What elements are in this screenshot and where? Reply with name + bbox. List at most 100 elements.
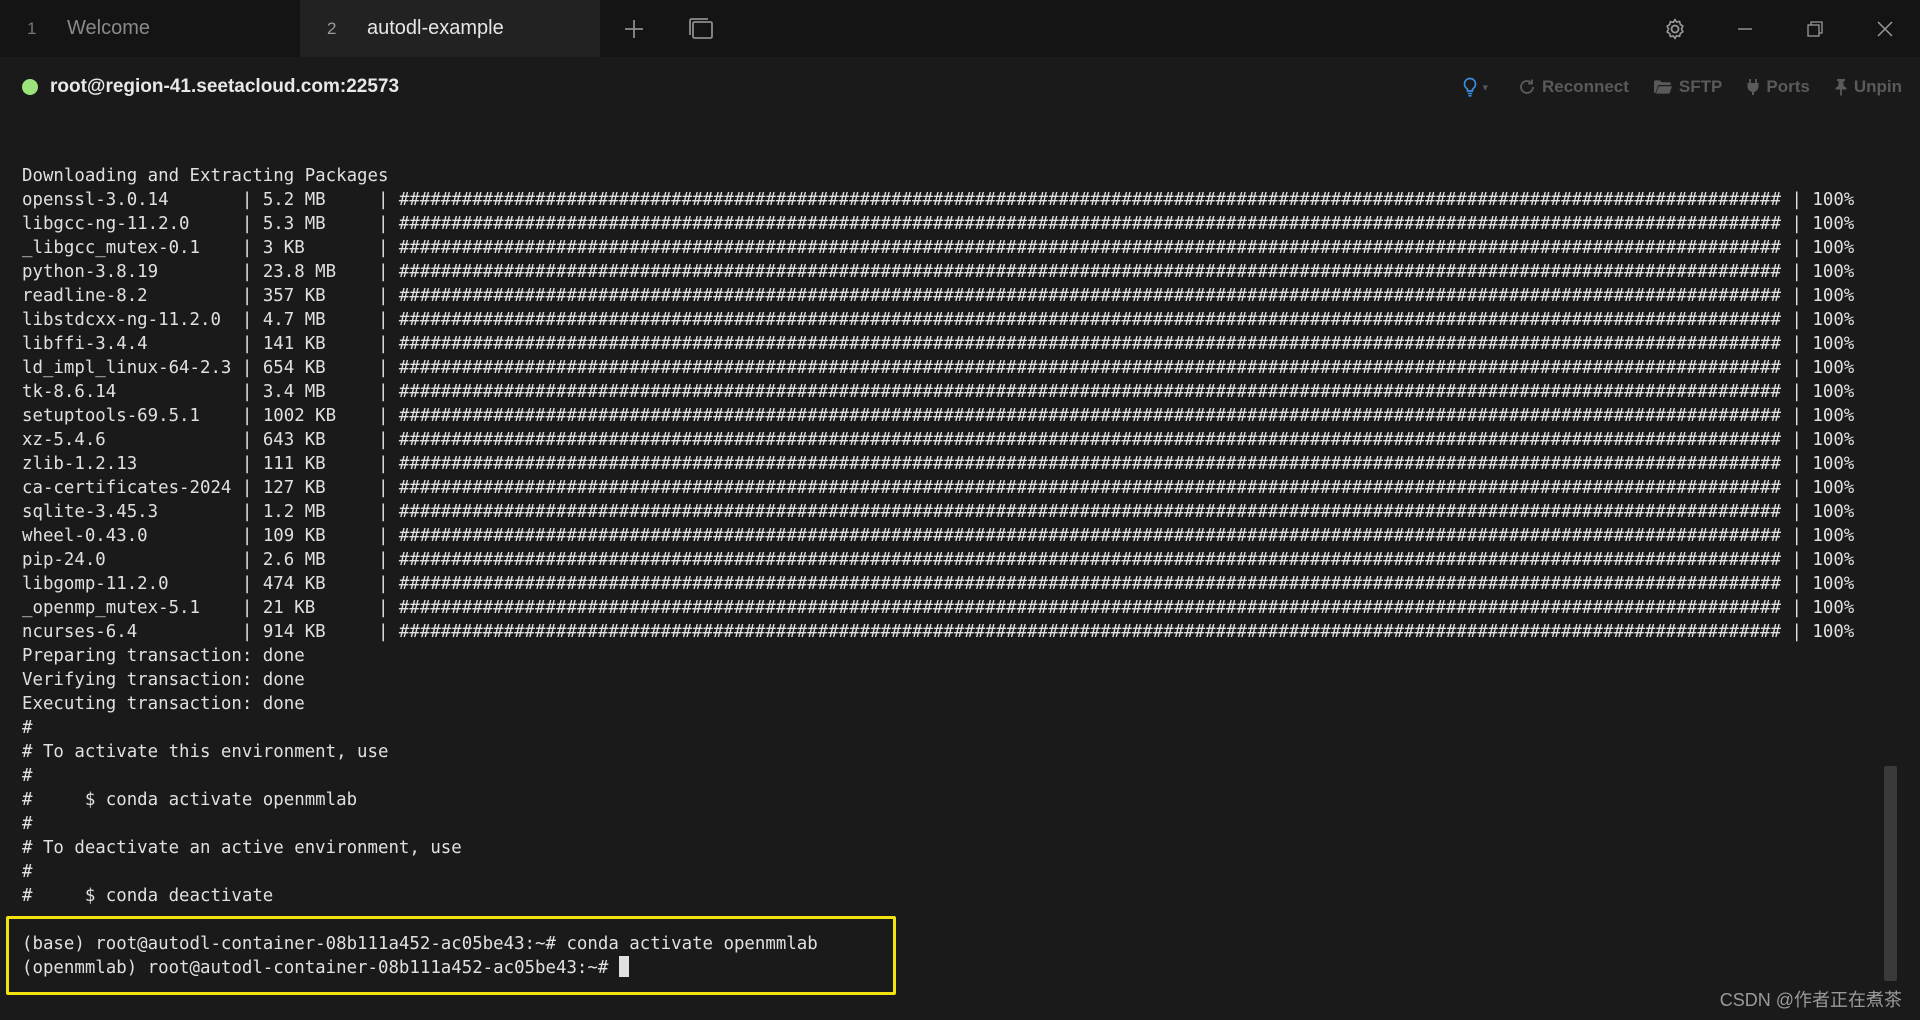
prompt-line: (base) root@autodl-container-08b111a452-… <box>22 932 1854 956</box>
connection-status-dot <box>22 79 38 95</box>
package-row: xz-5.4.6 | 643 KB | #####################… <box>22 430 1855 450</box>
package-name: ca-certificates-2024 <box>22 478 232 498</box>
package-row: libgcc-ng-11.2.0 | 5.3 MB | #############… <box>22 214 1855 234</box>
tab-welcome[interactable]: 1 Welcome <box>0 0 300 57</box>
minimize-icon[interactable] <box>1710 0 1780 57</box>
tab-number: 2 <box>327 18 337 38</box>
terminal-cursor <box>618 956 629 977</box>
package-row: tk-8.6.14 | 3.4 MB | ####################… <box>22 382 1855 402</box>
terminal-line: # $ conda deactivate <box>22 886 274 906</box>
tab-autodl-example[interactable]: 2 autodl-example <box>300 0 600 57</box>
reconnect-icon <box>1520 79 1534 94</box>
terminal-output[interactable]: Downloading and Extracting Packages open… <box>0 117 1880 1020</box>
package-size: 3 KB <box>262 238 305 258</box>
package-name: python-3.8.19 <box>22 262 159 282</box>
package-size: 5.3 MB <box>262 214 326 234</box>
package-percent: 100% <box>1812 526 1855 546</box>
package-size: 643 KB <box>262 430 326 450</box>
terminal-line: Preparing transaction: done <box>22 646 305 666</box>
package-size: 141 KB <box>262 334 326 354</box>
package-percent: 100% <box>1812 478 1855 498</box>
package-percent: 100% <box>1812 550 1855 570</box>
terminal-line: # <box>22 814 33 834</box>
scrollbar-thumb[interactable] <box>1884 766 1897 981</box>
ports-button[interactable]: Ports <box>1734 77 1821 97</box>
package-row: libstdcxx-ng-11.2.0 | 4.7 MB | ##########… <box>22 310 1855 330</box>
package-percent: 100% <box>1812 190 1855 210</box>
prompt-line: (openmmlab) root@autodl-container-08b111… <box>22 956 1854 980</box>
package-name: tk-8.6.14 <box>22 382 117 402</box>
connection-bar: root@region-41.seetacloud.com:22573 ▾ Re… <box>0 57 1920 117</box>
package-progress-bar: ########################################… <box>398 214 1781 234</box>
package-name: xz-5.4.6 <box>22 430 106 450</box>
reconnect-button[interactable]: Reconnect <box>1506 77 1641 97</box>
package-size: 1.2 MB <box>262 502 326 522</box>
package-percent: 100% <box>1812 622 1855 642</box>
package-name: sqlite-3.45.3 <box>22 502 159 522</box>
package-percent: 100% <box>1812 334 1855 354</box>
plus-icon[interactable] <box>600 0 668 57</box>
close-icon[interactable] <box>1850 0 1920 57</box>
package-percent: 100% <box>1812 238 1855 258</box>
terminal-lines: Downloading and Extracting Packages open… <box>22 164 1854 980</box>
package-percent: 100% <box>1812 358 1855 378</box>
package-progress-bar: ########################################… <box>398 238 1781 258</box>
watermark: CSDN @作者正在煮茶 <box>1719 990 1902 1010</box>
prompt-text: (base) root@autodl-container-08b111a452-… <box>22 934 818 954</box>
package-name: pip-24.0 <box>22 550 106 570</box>
windows-icon[interactable] <box>668 0 736 57</box>
terminal-line: Executing transaction: done <box>22 694 305 714</box>
package-row: libgomp-11.2.0 | 474 KB | ###############… <box>22 574 1855 594</box>
pin-icon <box>1835 79 1847 96</box>
package-row: python-3.8.19 | 23.8 MB | ###############… <box>22 262 1855 282</box>
package-size: 654 KB <box>262 358 326 378</box>
package-row: wheel-0.43.0 | 109 KB | #################… <box>22 526 1855 546</box>
package-row: ca-certificates-2024 | 127 KB | #########… <box>22 478 1855 498</box>
package-size: 2.6 MB <box>262 550 326 570</box>
package-progress-bar: ########################################… <box>398 406 1781 426</box>
tab-number: 1 <box>27 18 37 38</box>
package-percent: 100% <box>1812 574 1855 594</box>
package-percent: 100% <box>1812 214 1855 234</box>
lightbulb-icon <box>1464 77 1477 97</box>
restore-icon[interactable] <box>1780 0 1850 57</box>
package-name: setuptools-69.5.1 <box>22 406 200 426</box>
reconnect-label: Reconnect <box>1542 77 1629 96</box>
package-row: _openmp_mutex-5.1 | 21 KB | #############… <box>22 598 1855 618</box>
gear-icon[interactable] <box>1640 0 1710 57</box>
sftp-button[interactable]: SFTP <box>1641 77 1734 97</box>
package-progress-bar: ########################################… <box>398 526 1781 546</box>
package-size: 21 KB <box>262 598 316 618</box>
package-percent: 100% <box>1812 382 1855 402</box>
package-name: wheel-0.43.0 <box>22 526 148 546</box>
unpin-button[interactable]: Unpin <box>1822 77 1920 97</box>
package-progress-bar: ########################################… <box>398 262 1781 282</box>
package-size: 1002 KB <box>262 406 337 426</box>
tab-label: autodl-example <box>367 17 504 39</box>
folder-open-icon <box>1653 80 1672 94</box>
package-progress-bar: ########################################… <box>398 598 1781 618</box>
terminal-line: # To deactivate an active environment, u… <box>22 838 462 858</box>
package-progress-bar: ########################################… <box>398 454 1781 474</box>
unpin-label: Unpin <box>1853 77 1902 96</box>
package-row: libffi-3.4.4 | 141 KB | #################… <box>22 334 1855 354</box>
ports-label: Ports <box>1766 77 1810 96</box>
package-size: 357 KB <box>262 286 326 306</box>
package-size: 3.4 MB <box>262 382 326 402</box>
package-row: readline-8.2 | 357 KB | #################… <box>22 286 1855 306</box>
suggestions-dropdown[interactable]: ▾ <box>1444 77 1506 97</box>
package-progress-bar: ########################################… <box>398 190 1781 210</box>
package-progress-bar: ########################################… <box>398 478 1781 498</box>
package-size: 127 KB <box>262 478 326 498</box>
terminal-line: # To activate this environment, use <box>22 742 389 762</box>
package-percent: 100% <box>1812 262 1855 282</box>
package-size: 4.7 MB <box>262 310 326 330</box>
package-row: zlib-1.2.13 | 111 KB | ##################… <box>22 454 1855 474</box>
terminal-line: # <box>22 718 33 738</box>
package-name: libgomp-11.2.0 <box>22 574 169 594</box>
package-progress-bar: ########################################… <box>398 286 1781 306</box>
package-size: 474 KB <box>262 574 326 594</box>
tab-bar-drag-area[interactable] <box>736 0 1640 57</box>
connection-actions: ▾ Reconnect SFTP Ports Unpin <box>1444 57 1920 117</box>
